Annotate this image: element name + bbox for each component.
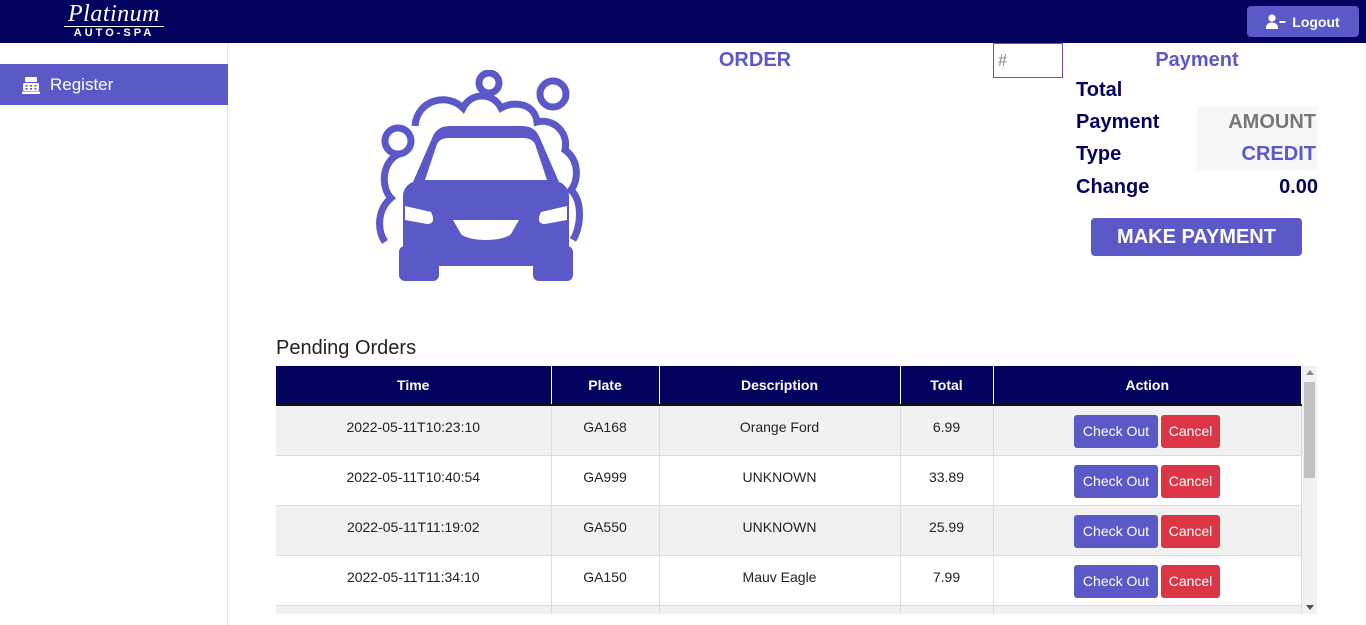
cell-plate: GA550 <box>551 505 660 556</box>
table-header-row: Time Plate Description Total Action <box>276 366 1301 406</box>
cell-time: 2022-05-11T11:19:02 <box>276 505 552 556</box>
cell-action: Check Out Cancel <box>993 505 1302 556</box>
column-header-description[interactable]: Description <box>659 366 901 406</box>
logo-top-text: Platinum <box>64 2 164 27</box>
pending-orders-table: Time Plate Description Total Action 2022… <box>276 366 1302 614</box>
table-row: 2022-05-11T10:23:10 GA168 Orange Ford 6.… <box>276 405 1302 456</box>
cash-register-icon <box>22 76 40 94</box>
change-label: Change <box>1076 176 1150 198</box>
type-label: Type <box>1076 143 1122 165</box>
cell-action <box>993 605 1302 614</box>
order-number-input[interactable] <box>993 43 1063 78</box>
user-minus-icon <box>1266 13 1286 29</box>
column-header-total[interactable]: Total <box>900 366 994 406</box>
order-title: ORDER <box>718 49 792 71</box>
scroll-down-arrow-icon[interactable] <box>1306 605 1314 610</box>
cell-time: 2022-05-11T10:40:54 <box>276 455 552 506</box>
logo-bottom-text: AUTO-SPA <box>73 27 155 39</box>
cell-plate <box>551 605 660 614</box>
cancel-button[interactable]: Cancel <box>1161 415 1220 448</box>
table-row: 2022-05-11T10:40:54 GA999 UNKNOWN 33.89 … <box>276 455 1302 506</box>
cancel-button[interactable]: Cancel <box>1161 514 1220 548</box>
payment-label: Payment <box>1076 111 1160 133</box>
payment-type-select[interactable]: CREDIT <box>1197 138 1318 170</box>
cell-total: 6.99 <box>900 405 994 456</box>
table-row: 2022-05-11T11:19:02 GA550 UNKNOWN 25.99 … <box>276 505 1302 556</box>
logout-button[interactable]: Logout <box>1247 6 1359 37</box>
scrollbar-thumb[interactable] <box>1304 382 1315 478</box>
cell-time: 2022-05-11T10:23:10 <box>276 405 552 456</box>
platinum-auto-spa-logo[interactable]: Platinum AUTO-SPA <box>64 2 164 40</box>
total-label: Total <box>1076 79 1123 101</box>
check-out-button[interactable]: Check Out <box>1074 415 1158 448</box>
cell-description: UNKNOWN <box>659 505 901 556</box>
check-out-button[interactable]: Check Out <box>1074 514 1158 548</box>
sidebar-item-register[interactable]: Register <box>0 64 228 105</box>
make-payment-button[interactable]: MAKE PAYMENT <box>1091 218 1302 256</box>
cell-description <box>659 605 901 614</box>
column-header-action: Action <box>993 366 1301 406</box>
cell-plate: GA150 <box>551 555 660 606</box>
pending-orders-table-container: Time Plate Description Total Action 2022… <box>276 366 1317 614</box>
cell-plate: GA168 <box>551 405 660 456</box>
payment-amount-field[interactable]: AMOUNT <box>1197 106 1318 138</box>
top-navbar: Platinum AUTO-SPA Logout <box>0 0 1366 43</box>
cell-time: 2022-05-11T11:34:10 <box>276 555 552 606</box>
change-value: 0.00 <box>1279 176 1318 198</box>
scroll-up-arrow-icon[interactable] <box>1306 370 1314 375</box>
table-row-partial <box>276 605 1302 614</box>
cell-plate: GA999 <box>551 455 660 506</box>
column-header-time[interactable]: Time <box>276 366 552 406</box>
column-header-plate[interactable]: Plate <box>551 366 660 406</box>
table-row: 2022-05-11T11:34:10 GA150 Mauv Eagle 7.9… <box>276 555 1302 606</box>
cell-total: 33.89 <box>900 455 994 506</box>
cell-action: Check Out Cancel <box>993 555 1302 606</box>
cell-description: Mauv Eagle <box>659 555 901 606</box>
check-out-button[interactable]: Check Out <box>1074 464 1158 498</box>
table-scrollbar[interactable] <box>1302 366 1317 614</box>
cell-time <box>276 605 552 614</box>
logout-label: Logout <box>1292 13 1340 30</box>
cancel-button[interactable]: Cancel <box>1161 464 1220 498</box>
cell-total: 25.99 <box>900 505 994 556</box>
cell-action: Check Out Cancel <box>993 455 1302 506</box>
cell-description: Orange Ford <box>659 405 901 456</box>
car-wash-icon <box>376 70 583 281</box>
check-out-button[interactable]: Check Out <box>1074 564 1158 598</box>
payment-title: Payment <box>1155 49 1239 71</box>
cell-action: Check Out Cancel <box>993 405 1302 456</box>
pending-orders-title: Pending Orders <box>276 337 417 359</box>
cancel-button[interactable]: Cancel <box>1161 564 1220 598</box>
cell-total <box>900 605 994 614</box>
sidebar: Register <box>0 43 228 625</box>
cell-total: 7.99 <box>900 555 994 606</box>
cell-description: UNKNOWN <box>659 455 901 506</box>
sidebar-item-label: Register <box>50 74 114 94</box>
